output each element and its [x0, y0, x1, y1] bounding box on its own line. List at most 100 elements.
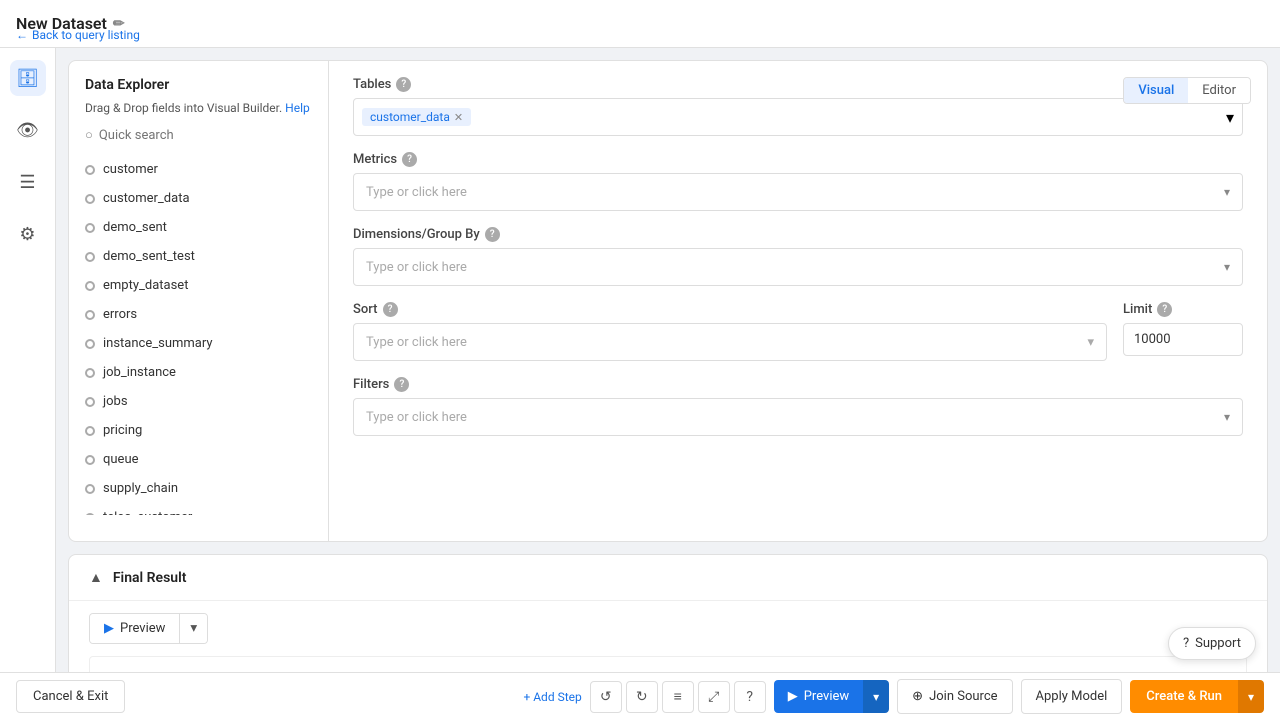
bottom-toolbar: Cancel & Exit + Add Step ↺ ↻ ≡ ⤢ ? ▶ Pre… — [0, 672, 1280, 720]
tables-info-icon[interactable]: ? — [396, 77, 411, 92]
chart-button[interactable]: ≡ — [662, 681, 694, 713]
undo-button[interactable]: ↺ — [590, 681, 622, 713]
dimensions-info-icon[interactable]: ? — [485, 227, 500, 242]
list-item[interactable]: jobs — [69, 387, 328, 416]
list-item[interactable]: job_instance — [69, 358, 328, 387]
list-item[interactable]: demo_sent_test — [69, 242, 328, 271]
filters-input[interactable]: Type or click here ▾ — [353, 398, 1243, 436]
sidebar-icon-database[interactable]: 🗄 — [10, 60, 46, 96]
join-icon: ⊕ — [912, 689, 923, 704]
query-panel: Data Explorer Drag & Drop fields into Vi… — [68, 60, 1268, 542]
join-source-button[interactable]: ⊕ Join Source — [897, 679, 1012, 714]
query-builder: Visual Editor Tables ? customer_data ✕ — [329, 61, 1267, 541]
back-link[interactable]: ← Back to query listing — [16, 28, 140, 42]
toolbar-preview-group: ▶ Preview ▾ — [774, 680, 889, 713]
top-bar: New Dataset ✏ ← Back to query listing — [0, 0, 1280, 48]
limit-section: Limit ? — [1123, 302, 1243, 361]
sidebar-icon-layers[interactable]: ☰ — [10, 164, 46, 200]
list-item[interactable]: supply_chain — [69, 474, 328, 503]
limit-info-icon[interactable]: ? — [1157, 302, 1172, 317]
list-item[interactable]: empty_dataset — [69, 271, 328, 300]
right-actions: + Add Step ↺ ↻ ≡ ⤢ ? ▶ Preview ▾ ⊕ Join … — [523, 679, 1264, 714]
add-step-button[interactable]: + Add Step — [523, 690, 581, 704]
selected-table-tag: customer_data ✕ — [362, 108, 471, 126]
quick-search-container[interactable]: ○ — [69, 127, 328, 155]
preview-button[interactable]: ▶ Preview — [90, 614, 179, 643]
table-dot-icon — [85, 513, 95, 516]
preview-button-group: ▶ Preview ▾ — [89, 613, 208, 644]
sort-info-icon[interactable]: ? — [383, 302, 398, 317]
dimensions-section: Dimensions/Group By ? Type or click here… — [353, 227, 1243, 286]
undo-redo-group: ↺ ↻ ≡ ⤢ ? — [590, 681, 766, 713]
list-item[interactable]: pricing — [69, 416, 328, 445]
create-run-dropdown-button[interactable]: ▾ — [1238, 680, 1264, 713]
explorer-title: Data Explorer — [69, 77, 328, 101]
list-item[interactable]: customer — [69, 155, 328, 184]
list-item[interactable]: telco_customer — [69, 503, 328, 515]
toolbar-preview-button[interactable]: ▶ Preview — [774, 680, 863, 713]
table-dot-icon — [85, 165, 95, 175]
explorer-subtitle: Drag & Drop fields into Visual Builder. … — [69, 101, 328, 127]
metrics-info-icon[interactable]: ? — [402, 152, 417, 167]
editor-view-button[interactable]: Editor — [1188, 78, 1250, 103]
list-item[interactable]: demo_sent — [69, 213, 328, 242]
cancel-exit-button[interactable]: Cancel & Exit — [16, 680, 125, 713]
create-run-group: Create & Run ▾ — [1130, 680, 1264, 713]
table-dot-icon — [85, 397, 95, 407]
dimensions-input[interactable]: Type or click here ▾ — [353, 248, 1243, 286]
table-dot-icon — [85, 194, 95, 204]
play-icon: ▶ — [788, 689, 798, 704]
sort-chevron-icon: ▾ — [1087, 335, 1094, 350]
table-dot-icon — [85, 426, 95, 436]
filters-info-icon[interactable]: ? — [394, 377, 409, 392]
sidebar-icon-gear[interactable]: ⚙ — [10, 216, 46, 252]
sort-limit-row: Sort ? Type or click here ▾ Limit ? — [353, 302, 1243, 361]
create-run-button[interactable]: Create & Run — [1130, 680, 1238, 713]
tables-chevron-icon: ▾ — [1226, 108, 1234, 127]
expand-button[interactable]: ⤢ — [698, 681, 730, 713]
redo-button[interactable]: ↻ — [626, 681, 658, 713]
metrics-section: Metrics ? Type or click here ▾ — [353, 152, 1243, 211]
support-icon: ? — [1183, 636, 1189, 651]
sidebar-icon-eye[interactable]: 👁 — [10, 112, 46, 148]
filters-section: Filters ? Type or click here ▾ — [353, 377, 1243, 436]
search-icon: ○ — [85, 127, 93, 143]
table-dot-icon — [85, 484, 95, 494]
search-input[interactable] — [99, 128, 312, 143]
list-item[interactable]: errors — [69, 300, 328, 329]
tables-label: Tables ? — [353, 77, 1243, 92]
help-link[interactable]: Help — [285, 101, 310, 115]
sort-input[interactable]: Type or click here ▾ — [353, 323, 1107, 361]
limit-label: Limit ? — [1123, 302, 1243, 317]
help-button[interactable]: ? — [734, 681, 766, 713]
data-explorer: Data Explorer Drag & Drop fields into Vi… — [69, 61, 329, 541]
view-toggle: Visual Editor — [1123, 77, 1251, 104]
apply-model-button[interactable]: Apply Model — [1021, 679, 1123, 714]
sort-label: Sort ? — [353, 302, 1107, 317]
remove-table-button[interactable]: ✕ — [454, 111, 463, 124]
table-dot-icon — [85, 339, 95, 349]
preview-data-label: Preview Data — [90, 657, 1246, 672]
list-item[interactable]: customer_data — [69, 184, 328, 213]
filters-chevron-icon: ▾ — [1224, 410, 1230, 424]
table-dot-icon — [85, 455, 95, 465]
preview-dropdown-button[interactable]: ▾ — [179, 614, 207, 643]
limit-input[interactable] — [1123, 323, 1243, 356]
toolbar-preview-dropdown-button[interactable]: ▾ — [863, 680, 889, 713]
main-content: Data Explorer Drag & Drop fields into Vi… — [56, 48, 1280, 672]
play-icon: ▶ — [104, 621, 114, 636]
tables-input[interactable]: customer_data ✕ ▾ — [353, 98, 1243, 136]
left-sidebar: 🗄 👁 ☰ ⚙ — [0, 48, 56, 672]
collapse-button[interactable]: ▲ — [89, 569, 103, 586]
support-fab[interactable]: ? Support — [1168, 627, 1256, 660]
preview-data-section: Preview Data ◎ — [89, 656, 1247, 672]
metrics-input[interactable]: Type or click here ▾ — [353, 173, 1243, 211]
preview-bar: ▶ Preview ▾ — [69, 601, 1267, 656]
metrics-label: Metrics ? — [353, 152, 1243, 167]
list-item[interactable]: queue — [69, 445, 328, 474]
dimensions-label: Dimensions/Group By ? — [353, 227, 1243, 242]
visual-view-button[interactable]: Visual — [1124, 78, 1188, 103]
filters-label: Filters ? — [353, 377, 1243, 392]
table-dot-icon — [85, 281, 95, 291]
list-item[interactable]: instance_summary — [69, 329, 328, 358]
